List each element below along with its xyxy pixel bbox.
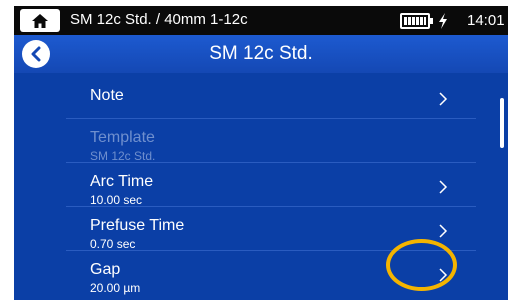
chevron-right-icon [438, 224, 448, 238]
list-item-template: Template SM 12c Std. [66, 121, 476, 163]
device-screen: SM 12c Std. / 40mm 1-12c 14:01 SM 12c St… [14, 6, 508, 300]
page-title: SM 12c Std. [209, 43, 313, 64]
status-bar: SM 12c Std. / 40mm 1-12c 14:01 [14, 6, 508, 35]
list-item-label: Prefuse Time [90, 217, 185, 234]
list-item-value: SM 12c Std. [90, 149, 156, 163]
charging-bolt-icon [439, 13, 447, 29]
list-item-note[interactable]: Note [66, 77, 476, 119]
list-item-value: 20.00 µm [90, 281, 141, 295]
clock: 14:01 [467, 12, 505, 29]
list-item-label: Note [90, 87, 124, 104]
scrollbar[interactable] [500, 98, 504, 148]
list-item-label: Arc Time [90, 173, 154, 190]
chevron-right-icon [438, 180, 448, 194]
list-item-label: Template [90, 129, 155, 146]
breadcrumb: SM 12c Std. / 40mm 1-12c [70, 11, 248, 28]
highlight-ring [386, 239, 457, 291]
page-header: SM 12c Std. [14, 35, 508, 73]
list-item-value: 0.70 sec [90, 237, 136, 251]
battery-icon [400, 13, 433, 29]
chevron-right-icon [438, 92, 448, 106]
home-button[interactable] [20, 9, 60, 32]
list-item-label: Gap [90, 261, 121, 278]
settings-list: Note Template SM 12c Std. Arc Time 10.00… [14, 73, 508, 300]
home-icon [32, 13, 48, 28]
list-item-arc-time[interactable]: Arc Time 10.00 sec [66, 165, 476, 207]
list-item-value: 10.00 sec [90, 193, 143, 207]
